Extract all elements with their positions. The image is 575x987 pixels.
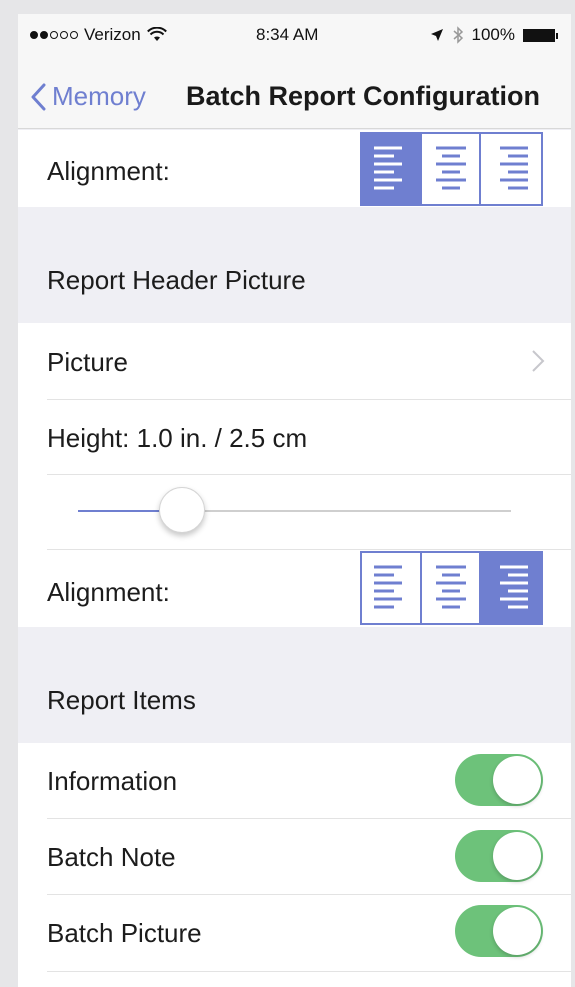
alignment-label: Alignment: bbox=[47, 156, 170, 186]
signal-dot bbox=[70, 31, 78, 39]
picture-label: Picture bbox=[47, 347, 128, 377]
location-arrow-icon bbox=[430, 29, 443, 41]
signal-dot bbox=[40, 31, 48, 39]
alignment-row-top: Alignment: bbox=[18, 130, 571, 207]
alignment-row-picture: Alignment: bbox=[18, 550, 571, 627]
section-header-label: Report Header Picture bbox=[47, 265, 306, 295]
align-right-icon bbox=[500, 565, 529, 609]
height-label: Height: 1.0 in. / 2.5 cm bbox=[47, 423, 308, 453]
toggle-knob bbox=[493, 907, 541, 955]
align-center-icon bbox=[435, 565, 466, 609]
section-header-report-items: Report Items bbox=[18, 627, 571, 743]
align-left-icon bbox=[373, 146, 402, 190]
carrier-name: Verizon bbox=[84, 25, 141, 44]
status-bar: Verizon 8:34 AM 100% bbox=[18, 14, 571, 54]
report-item-batch-note: Batch Note bbox=[18, 819, 571, 895]
height-slider[interactable] bbox=[78, 510, 511, 512]
picture-row[interactable]: Picture bbox=[18, 323, 571, 400]
align-center-icon bbox=[435, 146, 466, 190]
chevron-left-icon bbox=[31, 83, 46, 110]
align-left-button[interactable] bbox=[362, 134, 422, 204]
page-title: Batch Report Configuration bbox=[186, 81, 540, 111]
battery-percent: 100% bbox=[471, 25, 515, 44]
section-header-label: Report Items bbox=[47, 685, 196, 715]
section-header-report-header-picture: Report Header Picture bbox=[18, 207, 571, 323]
align-right-icon bbox=[500, 146, 529, 190]
row-separator bbox=[47, 971, 571, 972]
height-slider-row bbox=[18, 475, 571, 550]
back-button-label: Memory bbox=[52, 81, 146, 111]
align-left-icon bbox=[373, 565, 402, 609]
status-right: 100% bbox=[430, 25, 558, 45]
status-time: 8:34 AM bbox=[256, 25, 319, 44]
batch-note-toggle[interactable] bbox=[455, 830, 543, 882]
report-item-label: Batch Picture bbox=[47, 918, 202, 948]
batch-picture-toggle[interactable] bbox=[455, 905, 543, 957]
alignment-segmented-control bbox=[360, 132, 543, 206]
signal-strength-icon bbox=[30, 31, 78, 39]
signal-dot bbox=[30, 31, 38, 39]
align-left-button[interactable] bbox=[362, 553, 422, 623]
alignment-label: Alignment: bbox=[47, 577, 170, 607]
align-right-button[interactable] bbox=[481, 553, 542, 623]
information-toggle[interactable] bbox=[455, 754, 543, 806]
wifi-icon bbox=[146, 27, 167, 41]
report-item-label: Information bbox=[47, 766, 178, 796]
battery-icon bbox=[523, 28, 558, 42]
height-row: Height: 1.0 in. / 2.5 cm bbox=[18, 400, 571, 475]
align-center-button[interactable] bbox=[421, 553, 482, 623]
alignment-segmented-control bbox=[360, 551, 543, 625]
phone-screen: Verizon 8:34 AM 100% Memory Batch Report… bbox=[18, 14, 571, 987]
align-center-button[interactable] bbox=[421, 134, 482, 204]
signal-dot bbox=[50, 31, 58, 39]
signal-dot bbox=[60, 31, 68, 39]
chevron-right-icon bbox=[532, 350, 545, 372]
back-button[interactable]: Memory bbox=[30, 81, 146, 112]
report-item-label: Batch Note bbox=[47, 842, 176, 872]
slider-thumb[interactable] bbox=[158, 487, 205, 533]
toggle-knob bbox=[493, 756, 541, 804]
status-left: Verizon bbox=[30, 25, 167, 45]
report-item-information: Information bbox=[18, 743, 571, 819]
navigation-bar: Memory Batch Report Configuration bbox=[18, 54, 571, 129]
align-right-button[interactable] bbox=[481, 134, 542, 204]
bluetooth-icon bbox=[453, 26, 463, 44]
report-item-batch-picture: Batch Picture bbox=[18, 895, 571, 987]
toggle-knob bbox=[493, 832, 541, 880]
